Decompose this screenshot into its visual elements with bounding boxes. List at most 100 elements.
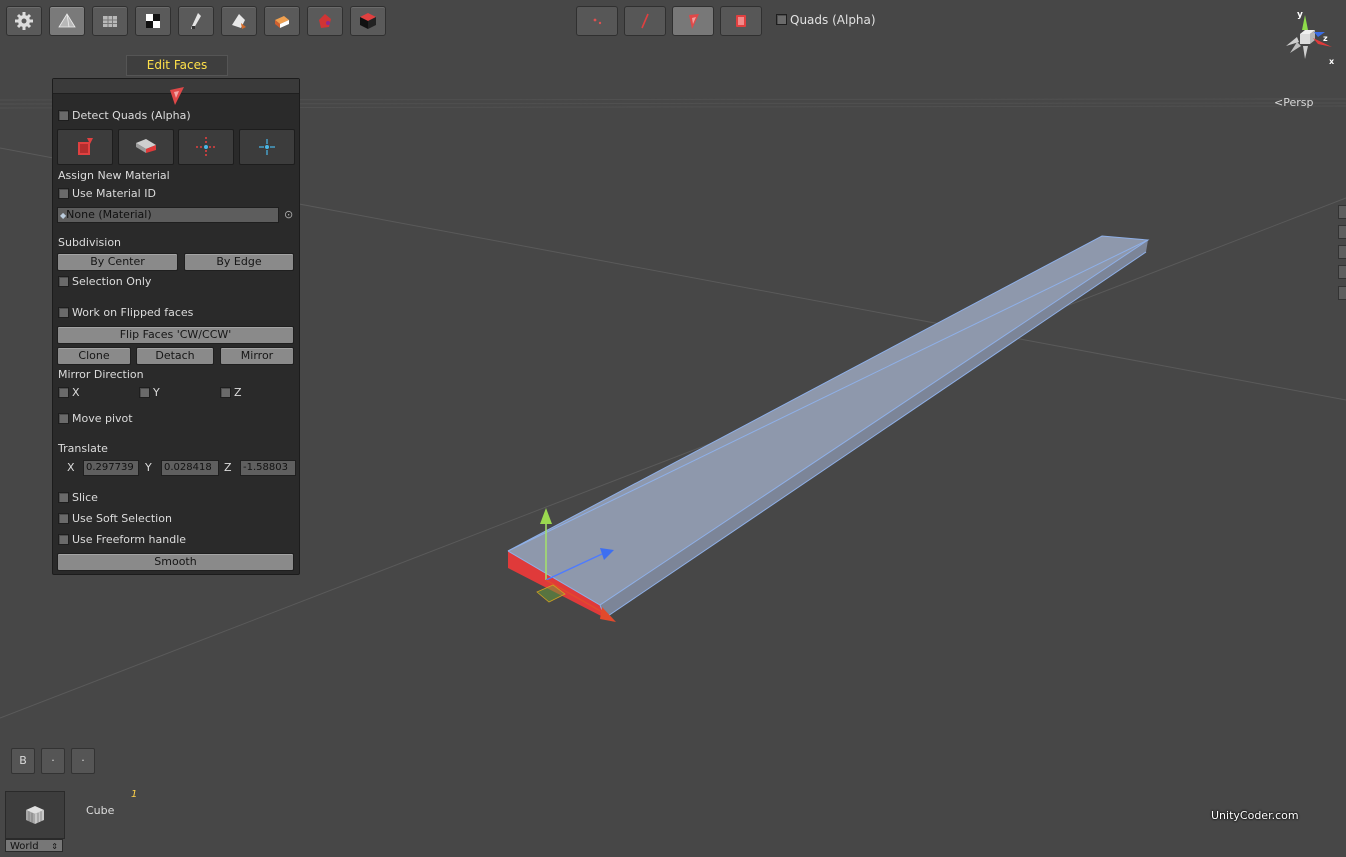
smooth-button[interactable]: Smooth [57,553,294,571]
face-mode-icon [689,14,699,29]
element-mode-button[interactable] [720,6,762,36]
object-count: 1 [131,789,138,800]
use-material-id-label: Use Material ID [72,187,156,200]
vertex-color-icon [319,14,331,28]
work-on-flipped-toggle[interactable]: Work on Flipped faces [58,306,193,319]
slice-checkbox[interactable] [58,491,69,503]
translate-z-field[interactable]: -1.58803 [240,460,296,476]
face-mode-button[interactable] [672,6,714,36]
pyramid-mesh-button[interactable] [49,6,85,36]
freeform-handle-toggle[interactable]: Use Freeform handle [58,533,186,546]
collapse-vertices-icon [259,139,275,155]
checker-texture-icon [146,14,160,28]
paint-icon [232,14,246,29]
weld-vertices-button[interactable] [178,129,234,165]
translate-x-label: X [67,461,75,474]
use-material-id-checkbox[interactable] [58,187,69,199]
quads-alpha-toggle[interactable]: Quads (Alpha) [776,13,876,27]
selection-only-checkbox[interactable] [58,275,69,287]
pen-tool-button[interactable] [178,6,214,36]
mirror-x-checkbox[interactable] [58,386,69,398]
detect-quads-toggle[interactable]: Detect Quads (Alpha) [58,109,191,122]
settings-button[interactable] [6,6,42,36]
mirror-y-toggle[interactable]: Y [139,386,160,399]
soft-selection-toggle[interactable]: Use Soft Selection [58,512,172,525]
projection-toggle[interactable]: <Persp [1274,96,1313,109]
checker-texture-button[interactable] [135,6,171,36]
move-pivot-label: Move pivot [72,412,133,425]
translate-z-label: Z [224,461,232,474]
mirror-button[interactable]: Mirror [220,347,294,365]
mirror-y-checkbox[interactable] [139,386,150,398]
mirror-y-label: Y [153,386,160,399]
y-axis-cone[interactable] [1302,15,1308,30]
select-arrows-icon: ⇕ [51,842,58,851]
extrude-block-button[interactable] [118,129,174,165]
b-button[interactable]: B [11,748,35,774]
detect-quads-label: Detect Quads (Alpha) [72,109,191,122]
by-edge-button[interactable]: By Edge [184,253,294,271]
edge-mode-button[interactable] [624,6,666,36]
mirror-x-toggle[interactable]: X [58,386,80,399]
extrude-face-button[interactable] [57,129,113,165]
extrude-block-icon [136,139,156,153]
translate-y-field[interactable]: 0.028418 [161,460,219,476]
mirror-z-label: Z [234,386,242,399]
vertex-mode-icon [593,18,602,25]
grid-tool-icon [103,16,117,27]
axis-orientation-gizmo[interactable]: y z x [1268,8,1340,80]
translate-x-field[interactable]: 0.297739 [83,460,139,476]
quads-alpha-label: Quads (Alpha) [790,13,876,27]
mirror-z-checkbox[interactable] [220,386,231,398]
clone-button[interactable]: Clone [57,347,131,365]
slice-toggle[interactable]: Slice [58,491,98,504]
by-center-button[interactable]: By Center [57,253,178,271]
material-value: None (Material) [66,208,152,221]
right-handle[interactable] [1338,205,1346,219]
freeform-handle-checkbox[interactable] [58,533,69,545]
collapse-vertices-button[interactable] [239,129,295,165]
move-pivot-checkbox[interactable] [58,412,69,424]
right-handle[interactable] [1338,265,1346,279]
move-pivot-toggle[interactable]: Move pivot [58,412,133,425]
translate-heading: Translate [58,442,108,455]
use-material-id-toggle[interactable]: Use Material ID [58,187,156,200]
face-mode-icon [170,87,184,105]
bottom-button-3[interactable]: · [71,748,95,774]
translate-y-label: Y [145,461,152,474]
edit-faces-tab[interactable]: Edit Faces [126,55,228,76]
grid-tool-button[interactable] [92,6,128,36]
work-on-flipped-label: Work on Flipped faces [72,306,194,319]
gizmo-x-label: x [1329,57,1335,66]
work-on-flipped-checkbox[interactable] [58,306,69,318]
material-button[interactable] [264,6,300,36]
detect-quads-checkbox[interactable] [58,109,69,121]
watermark: UnityCoder.com [1211,809,1299,822]
detach-button[interactable]: Detach [136,347,214,365]
object-name: Cube [86,804,115,817]
chevron-left-icon: < [1274,96,1284,109]
coordinate-space-select[interactable]: World ⇕ [5,839,63,852]
vertex-color-button[interactable] [307,6,343,36]
right-handle[interactable] [1338,286,1346,300]
cube-object-icon [360,13,376,29]
soft-selection-checkbox[interactable] [58,512,69,524]
selection-only-toggle[interactable]: Selection Only [58,275,151,288]
cube-object-button[interactable] [350,6,386,36]
mirror-z-toggle[interactable]: Z [220,386,242,399]
flip-faces-button[interactable]: Flip Faces 'CW/CCW' [57,326,294,344]
object-picker-icon[interactable]: ⊙ [284,208,293,221]
right-handle[interactable] [1338,225,1346,239]
material-field[interactable]: ◆None (Material) [57,207,279,223]
bottom-button-2[interactable]: · [41,748,65,774]
selection-only-label: Selection Only [72,275,152,288]
right-handle[interactable] [1338,245,1346,259]
mirror-direction-heading: Mirror Direction [58,368,144,381]
quads-alpha-checkbox[interactable] [776,14,787,25]
freeform-handle-label: Use Freeform handle [72,533,187,546]
object-thumbnail[interactable] [5,791,65,839]
edit-faces-panel: Detect Quads (Alpha) Assign New Material… [52,78,300,575]
paint-button[interactable] [221,6,257,36]
vertex-mode-button[interactable] [576,6,618,36]
cube-mesh[interactable] [507,235,1150,619]
